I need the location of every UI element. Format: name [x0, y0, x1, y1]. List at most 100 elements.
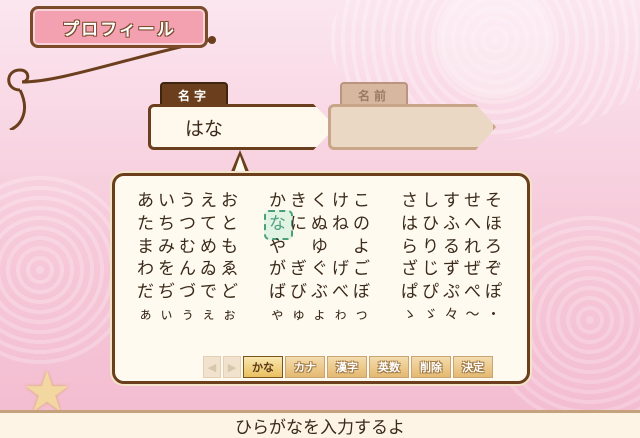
kana-key[interactable]: づ [177, 281, 198, 303]
hiragana-mode-button[interactable]: かな [243, 356, 283, 378]
kana-key[interactable]: ぱ [399, 281, 420, 303]
kana-key[interactable]: ぉ [219, 304, 240, 326]
kana-key[interactable]: に [288, 213, 309, 235]
kana-key[interactable]: ろ [483, 236, 504, 258]
kana-key[interactable]: 々 [441, 304, 462, 326]
kana-key[interactable]: と [219, 213, 240, 235]
kana-key[interactable]: え [198, 190, 219, 212]
given-name-field[interactable] [328, 104, 496, 150]
kana-key[interactable]: る [441, 236, 462, 258]
kana-key[interactable]: れ [462, 236, 483, 258]
kana-key[interactable]: あ [135, 190, 156, 212]
kana-key[interactable]: い [156, 190, 177, 212]
kana-key[interactable]: ぺ [462, 281, 483, 303]
kana-key[interactable]: ね [330, 213, 351, 235]
kana-key[interactable]: ご [351, 258, 372, 280]
kana-key[interactable]: ぐ [309, 258, 330, 280]
kana-key[interactable]: ぶ [309, 281, 330, 303]
kana-key[interactable]: へ [462, 213, 483, 235]
kana-key[interactable]: も [219, 236, 240, 258]
kana-key[interactable]: ぴ [420, 281, 441, 303]
kana-key[interactable]: ぁ [135, 304, 156, 326]
kana-key[interactable]: ぬ [309, 213, 330, 235]
kana-key[interactable]: ぅ [177, 304, 198, 326]
kana-key[interactable]: ゆ [309, 236, 330, 258]
kana-key[interactable]: ぞ [483, 258, 504, 280]
kana-key[interactable]: か [267, 190, 288, 212]
kana-key[interactable]: ゝ [399, 304, 420, 326]
kana-key[interactable]: は [399, 213, 420, 235]
kana-key[interactable]: ら [399, 236, 420, 258]
kana-key[interactable]: ゐ [198, 258, 219, 280]
kana-key[interactable]: め [198, 236, 219, 258]
next-arrow-icon[interactable]: ▶ [223, 356, 241, 378]
kana-key[interactable]: け [330, 190, 351, 212]
kana-key[interactable]: ざ [399, 258, 420, 280]
kana-key[interactable]: よ [351, 236, 372, 258]
kana-key[interactable]: お [219, 190, 240, 212]
kana-key[interactable]: び [288, 281, 309, 303]
kana-key[interactable]: べ [330, 281, 351, 303]
kana-key[interactable]: を [156, 258, 177, 280]
kana-key[interactable]: ょ [309, 304, 330, 326]
kana-key[interactable]: そ [483, 190, 504, 212]
kana-key[interactable]: な [264, 209, 293, 240]
kana-key[interactable]: み [156, 236, 177, 258]
kana-key[interactable]: ど [219, 281, 240, 303]
key-row: ぱぴぷぺぽ [399, 281, 504, 303]
kana-key[interactable]: む [177, 236, 198, 258]
kana-key[interactable]: や [267, 236, 288, 258]
kana-key[interactable]: が [267, 258, 288, 280]
kana-key[interactable]: ～ [462, 304, 483, 326]
kana-key[interactable]: さ [399, 190, 420, 212]
kana-key[interactable]: で [198, 281, 219, 303]
kana-key[interactable]: の [351, 213, 372, 235]
confirm-button[interactable]: 決定 [453, 356, 493, 378]
kana-key[interactable]: ぇ [198, 304, 219, 326]
kana-key[interactable]: ば [267, 281, 288, 303]
kana-key[interactable]: ぢ [156, 281, 177, 303]
kana-key[interactable]: た [135, 213, 156, 235]
alnum-mode-button[interactable]: 英数 [369, 356, 409, 378]
kana-key[interactable]: せ [462, 190, 483, 212]
kana-key[interactable]: う [177, 190, 198, 212]
kana-key[interactable]: わ [135, 258, 156, 280]
kana-key[interactable]: ほ [483, 213, 504, 235]
kana-key[interactable]: す [441, 190, 462, 212]
delete-button[interactable]: 削除 [411, 356, 451, 378]
kana-key[interactable]: ゅ [288, 304, 309, 326]
kana-key[interactable]: ゃ [267, 304, 288, 326]
kana-key[interactable]: ぎ [288, 258, 309, 280]
prev-arrow-icon[interactable]: ◀ [203, 356, 221, 378]
kana-key[interactable]: げ [330, 258, 351, 280]
kana-key[interactable]: じ [420, 258, 441, 280]
kana-key[interactable]: ひ [420, 213, 441, 235]
kana-key[interactable]: ・ [483, 304, 504, 326]
kana-key[interactable]: こ [351, 190, 372, 212]
kanji-mode-button[interactable]: 漢字 [327, 356, 367, 378]
kana-key[interactable]: て [198, 213, 219, 235]
kana-key[interactable]: り [420, 236, 441, 258]
kana-key[interactable]: ぽ [483, 281, 504, 303]
family-name-field[interactable]: はな [148, 104, 336, 150]
kana-key[interactable]: ず [441, 258, 462, 280]
kana-key[interactable]: っ [351, 304, 372, 326]
kana-key[interactable]: ゞ [420, 304, 441, 326]
kana-key[interactable]: だ [135, 281, 156, 303]
katakana-mode-button[interactable]: カナ [285, 356, 325, 378]
kana-key[interactable]: き [288, 190, 309, 212]
kana-key[interactable]: ぷ [441, 281, 462, 303]
kana-key[interactable]: つ [177, 213, 198, 235]
kana-key[interactable]: ん [177, 258, 198, 280]
kana-key[interactable]: ぜ [462, 258, 483, 280]
kana-key[interactable]: ち [156, 213, 177, 235]
kana-key[interactable]: ぃ [156, 304, 177, 326]
kana-key[interactable]: し [420, 190, 441, 212]
kana-key[interactable]: ぼ [351, 281, 372, 303]
kana-key[interactable]: ゎ [330, 304, 351, 326]
kana-key[interactable]: く [309, 190, 330, 212]
key-row: ざじずぜぞ [399, 258, 504, 280]
kana-key[interactable]: ゑ [219, 258, 240, 280]
kana-key[interactable]: ふ [441, 213, 462, 235]
kana-key[interactable]: ま [135, 236, 156, 258]
